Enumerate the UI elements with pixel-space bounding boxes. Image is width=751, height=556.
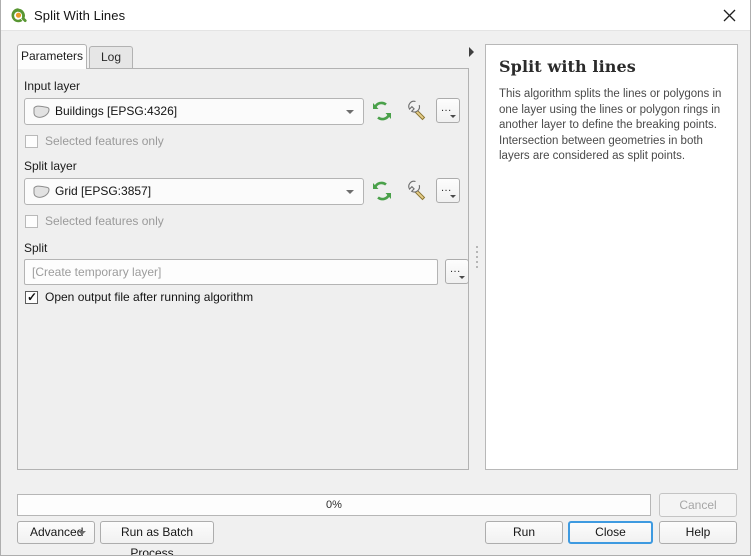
output-path-input[interactable]	[24, 259, 438, 285]
input-layer-browse-label: ...	[441, 102, 452, 114]
help-button[interactable]: Help	[659, 521, 737, 544]
chevron-down-icon	[78, 531, 86, 535]
advanced-button-label: Advanced	[30, 525, 84, 539]
chevron-down-icon	[459, 276, 465, 279]
progress-bar: 0%	[17, 494, 651, 516]
input-layer-wrench-icon[interactable]	[403, 97, 429, 123]
qgis-logo-icon	[10, 7, 27, 24]
expand-right-triangle-icon[interactable]	[465, 44, 479, 60]
advanced-button[interactable]: Advanced	[17, 521, 95, 544]
polygon-layer-icon	[32, 184, 51, 200]
output-label: Split	[24, 241, 48, 255]
tab-log[interactable]: Log	[89, 46, 133, 68]
split-selected-features-only-label: Selected features only	[45, 214, 164, 228]
splitter-grip-icon[interactable]	[473, 243, 480, 273]
run-as-batch-process-button[interactable]: Run as Batch Process...	[100, 521, 214, 555]
split-layer-label: Split layer	[24, 159, 77, 173]
polygon-layer-icon	[32, 104, 51, 120]
window-title: Split With Lines	[34, 8, 126, 23]
chevron-down-icon	[450, 195, 456, 198]
split-layer-iterate-icon[interactable]	[369, 178, 395, 204]
open-output-label: Open output file after running algorithm	[45, 290, 254, 304]
input-layer-iterate-icon[interactable]	[369, 98, 395, 124]
check-icon: ✓	[27, 290, 38, 304]
input-layer-combo[interactable]: Buildings [EPSG:4326]	[24, 98, 364, 125]
input-layer-label: Input layer	[24, 79, 81, 93]
close-button[interactable]: Close	[568, 521, 653, 544]
run-button[interactable]: Run	[485, 521, 563, 544]
output-browse-label: ...	[450, 263, 461, 275]
chevron-down-icon	[346, 110, 354, 114]
split-layer-combo[interactable]: Grid [EPSG:3857]	[24, 178, 364, 205]
help-title: Split with lines	[499, 57, 636, 76]
close-icon[interactable]	[708, 0, 750, 31]
parameters-panel: Input layer Buildings [EPSG:4326] ... Se…	[17, 68, 469, 470]
output-browse-button[interactable]: ...	[445, 259, 469, 284]
chevron-down-icon	[346, 190, 354, 194]
checkbox-box: ✓	[25, 291, 38, 304]
chevron-down-icon	[450, 115, 456, 118]
tab-log-label: Log	[100, 50, 122, 64]
input-selected-features-only-label: Selected features only	[45, 134, 164, 148]
tab-parameters[interactable]: Parameters	[17, 44, 87, 69]
cancel-button[interactable]: Cancel	[659, 493, 737, 517]
algorithm-help-panel: Split with lines This algorithm splits t…	[485, 44, 738, 470]
split-layer-browse-button[interactable]: ...	[436, 178, 460, 203]
checkbox-box	[25, 135, 38, 148]
split-with-lines-dialog: Split With Lines Parameters Log Input la…	[0, 0, 751, 556]
checkbox-box	[25, 215, 38, 228]
split-layer-wrench-icon[interactable]	[403, 177, 429, 203]
title-bar: Split With Lines	[1, 0, 750, 31]
help-body: This algorithm splits the lines or polyg…	[499, 88, 722, 162]
input-layer-value: Buildings [EPSG:4326]	[55, 104, 178, 118]
split-layer-browse-label: ...	[441, 182, 452, 194]
input-layer-browse-button[interactable]: ...	[436, 98, 460, 123]
split-layer-value: Grid [EPSG:3857]	[55, 184, 152, 198]
progress-label: 0%	[326, 499, 342, 511]
tab-parameters-label: Parameters	[20, 49, 84, 63]
